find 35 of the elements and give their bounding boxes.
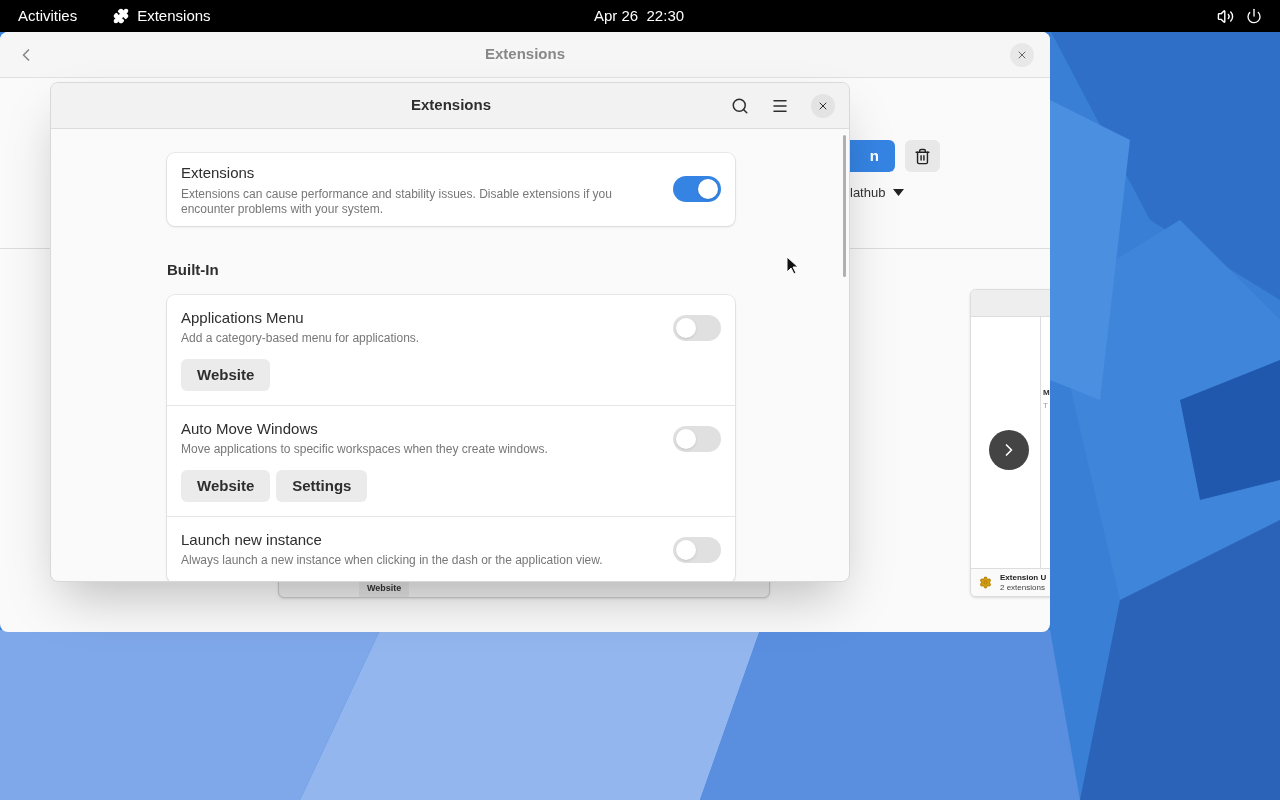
toggle-switch[interactable] bbox=[673, 176, 721, 203]
pointer-icon bbox=[786, 256, 798, 275]
screenshot-text: T bbox=[1043, 400, 1048, 412]
window-title: Extensions bbox=[484, 44, 566, 65]
extension-name: Auto Move Windows bbox=[181, 420, 319, 438]
gear-icon bbox=[979, 576, 992, 589]
source-label[interactable]: lathub bbox=[850, 183, 886, 203]
dialog-title: Extensions bbox=[410, 95, 492, 116]
extension-description: Always launch a new instance when clicking in the dash or the application view. bbox=[181, 552, 604, 569]
extension-name: Applications Menu bbox=[181, 309, 305, 327]
row-title: Extensions bbox=[181, 163, 256, 183]
volume-icon[interactable] bbox=[1217, 7, 1234, 25]
app-name[interactable]: Extensions bbox=[137, 4, 211, 28]
search-icon[interactable] bbox=[731, 96, 749, 115]
toggle-switch[interactable] bbox=[673, 315, 721, 341]
row-description: Extensions can cause performance and stability issues. Disable extensions if you encounter problems with your system. bbox=[181, 186, 613, 217]
toggle-switch[interactable] bbox=[673, 537, 721, 563]
screenshot-text: M bbox=[1043, 387, 1050, 399]
clock[interactable]: Apr 26 22:30 bbox=[594, 4, 685, 28]
power-icon[interactable] bbox=[1246, 8, 1262, 24]
delete-button[interactable] bbox=[905, 140, 940, 172]
extension-name: Launch new instance bbox=[181, 531, 323, 549]
activities-button[interactable]: Activities bbox=[18, 4, 78, 28]
link-button[interactable]: Website bbox=[181, 359, 271, 391]
dropdown-icon[interactable] bbox=[893, 189, 905, 197]
screenshot-caption-subtitle: 2 extensions bbox=[1000, 582, 1046, 593]
puzzle-icon bbox=[113, 8, 130, 24]
toggle-switch[interactable] bbox=[673, 426, 721, 452]
link-button[interactable]: Website bbox=[181, 470, 271, 502]
trash-icon bbox=[914, 147, 931, 165]
screenshot-caption-title: Extension U bbox=[1000, 572, 1047, 583]
extension-description: Add a category-based menu for applications. bbox=[181, 330, 421, 347]
link-button[interactable]: Settings bbox=[276, 470, 368, 502]
section-heading: Built-In bbox=[167, 259, 220, 280]
extension-description: Move applications to specific workspaces when they create windows. bbox=[181, 441, 549, 458]
